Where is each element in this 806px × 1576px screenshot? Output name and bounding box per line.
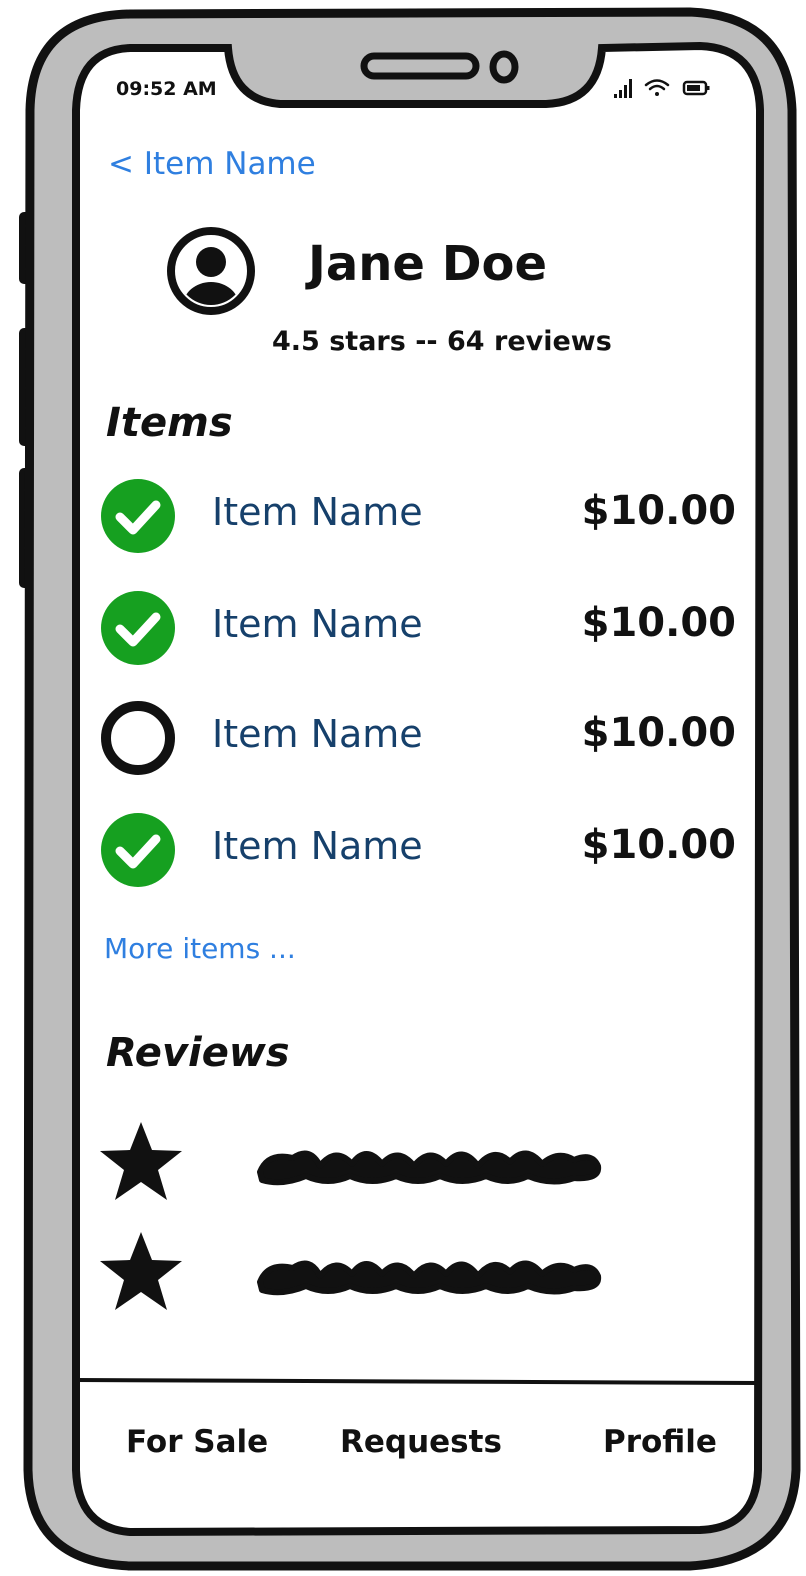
tab-for-sale[interactable]: For Sale bbox=[126, 1424, 268, 1460]
tab-profile[interactable]: Profile bbox=[603, 1424, 717, 1460]
back-link[interactable]: < Item Name bbox=[108, 146, 316, 182]
item-row[interactable]: Item Name $10.00 bbox=[98, 584, 748, 668]
item-name: Item Name bbox=[212, 490, 423, 534]
empty-circle-icon[interactable] bbox=[98, 698, 178, 778]
profile-name: Jane Doe bbox=[308, 236, 548, 292]
check-circle-icon[interactable] bbox=[98, 476, 178, 556]
item-price: $10.00 bbox=[581, 488, 736, 534]
rating-summary: 4.5 stars -- 64 reviews bbox=[272, 326, 612, 357]
star-icon bbox=[100, 1122, 182, 1200]
signal-icon bbox=[614, 79, 632, 98]
review-text-scribble bbox=[257, 1150, 602, 1186]
item-price: $10.00 bbox=[581, 822, 736, 868]
check-circle-icon[interactable] bbox=[98, 588, 178, 668]
item-name: Item Name bbox=[212, 712, 423, 756]
reviews-heading: Reviews bbox=[106, 1030, 290, 1076]
item-row[interactable]: Item Name $10.00 bbox=[98, 472, 748, 556]
item-price: $10.00 bbox=[581, 710, 736, 756]
wifi-icon bbox=[644, 79, 670, 96]
review-text-scribble bbox=[257, 1260, 602, 1296]
item-row[interactable]: Item Name $10.00 bbox=[98, 694, 748, 778]
avatar bbox=[167, 227, 255, 315]
items-heading: Items bbox=[106, 400, 233, 446]
status-icons bbox=[614, 79, 710, 98]
battery-icon bbox=[682, 80, 710, 96]
review-row bbox=[96, 1118, 616, 1208]
item-price: $10.00 bbox=[581, 600, 736, 646]
status-time: 09:52 AM bbox=[116, 78, 217, 100]
item-row[interactable]: Item Name $10.00 bbox=[98, 806, 748, 890]
review-row bbox=[96, 1228, 616, 1318]
star-icon bbox=[100, 1232, 182, 1310]
check-circle-icon[interactable] bbox=[98, 810, 178, 890]
item-name: Item Name bbox=[212, 602, 423, 646]
item-name: Item Name bbox=[212, 824, 423, 868]
tab-requests[interactable]: Requests bbox=[340, 1424, 502, 1460]
more-items-link[interactable]: More items ... bbox=[104, 932, 296, 965]
